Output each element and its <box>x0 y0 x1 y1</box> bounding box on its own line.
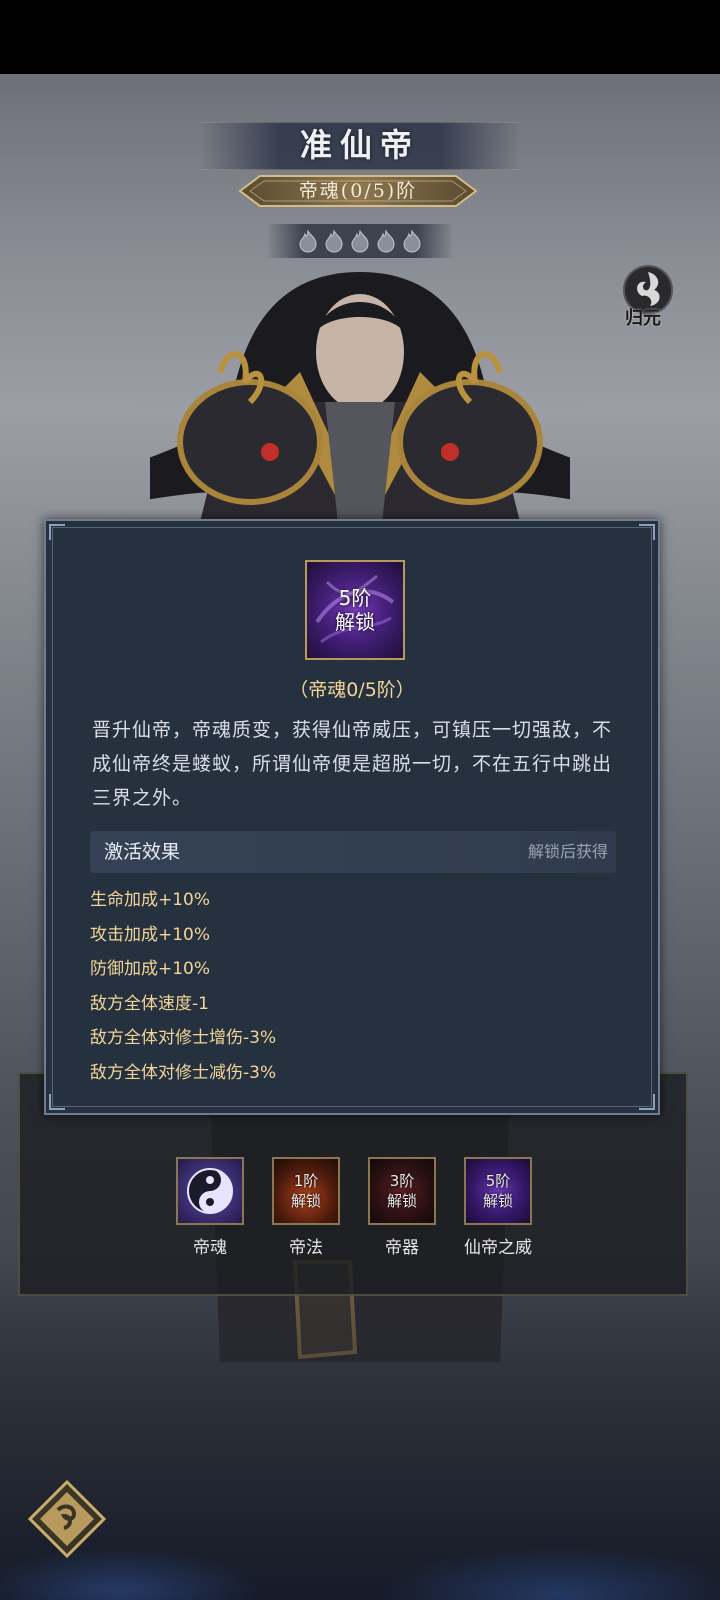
effect-item: 敌方全体速度-1 <box>90 993 209 1014</box>
skill-slot-xiandizhiwei[interactable]: 5阶 解锁 仙帝之威 <box>464 1157 534 1258</box>
flame-icon <box>377 229 395 253</box>
yin-yang-icon[interactable] <box>176 1157 244 1225</box>
cloud-decoration <box>0 1500 720 1600</box>
flame-icon <box>351 229 369 253</box>
lock-overlay: 1阶 解锁 <box>274 1159 338 1223</box>
popup-description: 晋升仙帝，帝魂质变，获得仙帝威压，可镇压一切强敌，不成仙帝终是蝼蚁，所谓仙帝便是… <box>92 719 613 809</box>
corner-ornament <box>639 1094 655 1110</box>
corner-ornament <box>639 524 655 540</box>
effect-list: 生命加成+10% 攻击加成+10% 防御加成+10% 敌方全体速度-1 敌方全体… <box>90 883 610 1090</box>
effect-item: 生命加成+10% <box>90 890 211 910</box>
effect-title: 激活效果 <box>104 841 181 863</box>
lock-text: 解锁 <box>386 1192 417 1210</box>
home-button-icon[interactable] <box>28 1480 106 1558</box>
effect-item: 敌方全体对修士减伤-3% <box>90 1062 277 1083</box>
icon-unlock-text: 解锁 <box>335 610 375 634</box>
lock-level: 1阶 <box>293 1172 319 1190</box>
guiyuan-button[interactable]: 归元 <box>608 304 678 330</box>
corner-ornament <box>49 1094 65 1110</box>
screen: 准仙帝 帝魂(0/5)阶 归元 帝魂 1阶 解锁 帝法 3阶 解锁 帝器 5阶 … <box>0 0 720 1600</box>
flame-icon <box>325 229 343 253</box>
page-title: 准仙帝 <box>299 126 420 164</box>
skill-name: 帝魂 <box>193 1238 227 1258</box>
flame-icon <box>403 229 421 253</box>
purple-aura-icon: 5阶 解锁 <box>305 560 405 660</box>
corner-ornament <box>49 524 65 540</box>
effect-header: 激活效果 解锁后获得 <box>90 831 616 873</box>
rank-label: 帝魂(0/5)阶 <box>298 180 418 202</box>
skill-slot-diqi[interactable]: 3阶 解锁 帝器 <box>368 1157 438 1258</box>
skill-name: 帝器 <box>385 1238 419 1258</box>
lock-text: 解锁 <box>482 1192 513 1210</box>
flame-icon <box>299 229 317 253</box>
fire-figure-icon[interactable]: 1阶 解锁 <box>272 1157 340 1225</box>
dark-artifact-icon[interactable]: 3阶 解锁 <box>368 1157 436 1225</box>
effect-item: 敌方全体对修士增伤-3% <box>90 1028 277 1048</box>
lock-text: 解锁 <box>290 1192 321 1210</box>
skill-slot-dihun[interactable]: 帝魂 <box>176 1157 246 1258</box>
lock-level: 5阶 <box>485 1172 511 1190</box>
popup-subtitle: （帝魂0/5阶） <box>289 679 415 701</box>
lock-overlay: 3阶 解锁 <box>370 1159 434 1223</box>
effect-note: 解锁后获得 <box>527 842 608 861</box>
lock-overlay: 5阶 解锁 <box>466 1159 530 1223</box>
skill-detail-popup[interactable]: 5阶 解锁 （帝魂0/5阶） 晋升仙帝，帝魂质变，获得仙帝威压，可镇压一切强敌，… <box>44 519 660 1115</box>
lock-level: 3阶 <box>389 1172 415 1190</box>
soul-flames <box>266 224 454 258</box>
skill-name: 帝法 <box>289 1238 323 1258</box>
yin-yang-symbol <box>187 1168 233 1214</box>
status-bar <box>0 0 720 74</box>
effect-item: 防御加成+10% <box>90 959 211 979</box>
icon-level-text: 5阶 <box>338 586 372 610</box>
effect-item: 攻击加成+10% <box>90 924 211 945</box>
skill-slot-difa[interactable]: 1阶 解锁 帝法 <box>272 1157 342 1258</box>
purple-aura-icon[interactable]: 5阶 解锁 <box>464 1157 532 1225</box>
skill-name: 仙帝之威 <box>464 1238 532 1258</box>
